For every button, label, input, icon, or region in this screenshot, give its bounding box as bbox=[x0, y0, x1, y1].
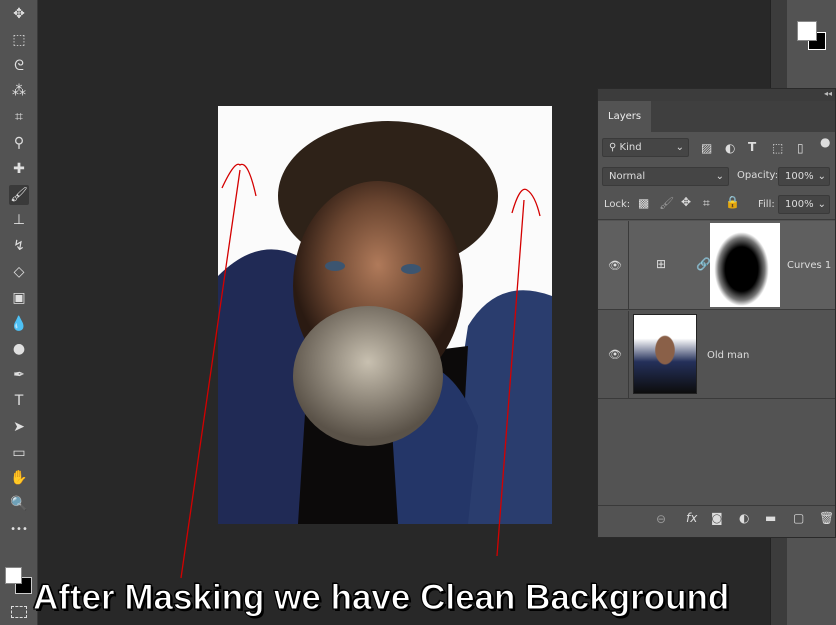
foreground-swatch[interactable] bbox=[5, 567, 22, 584]
annotation-marks bbox=[180, 163, 541, 579]
caption-text: After Masking we have Clean Background bbox=[32, 578, 730, 618]
annotation-line-left bbox=[180, 163, 257, 579]
annotation-line-right bbox=[496, 188, 541, 557]
swatch-foreground-preview[interactable] bbox=[797, 21, 817, 41]
